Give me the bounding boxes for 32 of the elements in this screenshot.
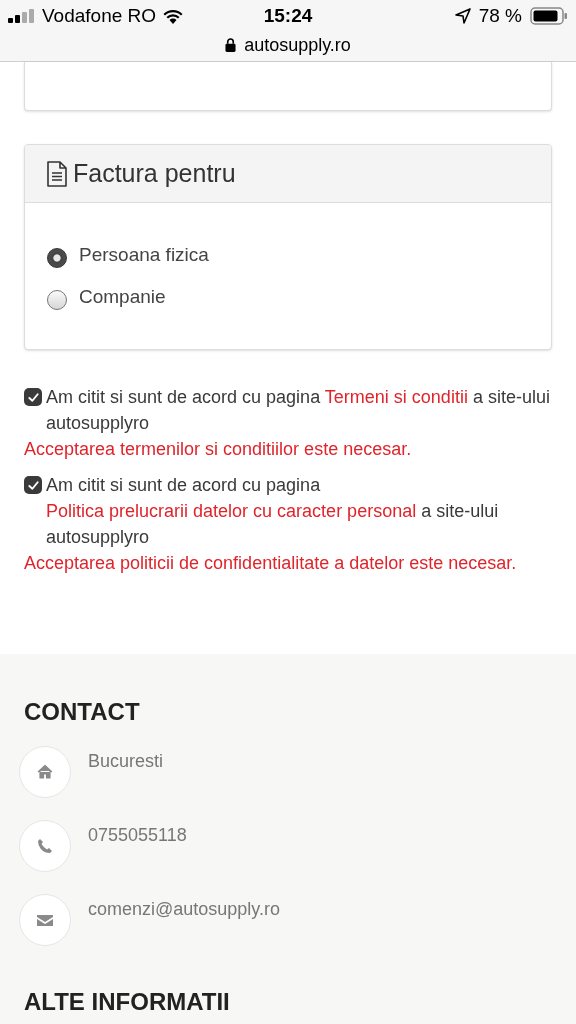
signal-icon — [8, 9, 36, 23]
contact-text: Bucuresti — [88, 750, 164, 773]
card-title: Factura pentru — [73, 157, 236, 189]
clock-time: 15:24 — [262, 3, 314, 28]
contact-text: 0755055118 — [88, 824, 187, 847]
policy-link[interactable]: Termeni si conditii — [324, 387, 468, 407]
carrier-name: Vodafone RO — [42, 3, 157, 28]
error-message: Acceptarea politicii de confidentialitate a datelor este necesar. — [24, 552, 518, 575]
checkbox[interactable] — [24, 476, 42, 494]
section-heading: ALTE INFORMATII — [24, 988, 231, 1016]
section-heading: CONTACT — [24, 698, 141, 726]
agreement-text: Am citit si sunt de acord cu pagina Termeni si conditii a site-ului autosupplyro — [46, 386, 551, 435]
radio-button[interactable] — [47, 289, 67, 310]
contact-text: comenzi@autosupply.ro — [88, 898, 281, 921]
lock-icon — [225, 38, 237, 52]
radio-button[interactable] — [47, 248, 67, 269]
wifi-icon — [162, 8, 185, 24]
page-url[interactable]: autosupply.ro — [244, 31, 351, 59]
check-icon — [26, 390, 40, 404]
policy-link[interactable]: Politica prelucrarii datelor cu caracter personal — [46, 501, 417, 521]
battery-icon — [530, 7, 568, 25]
radio-label[interactable]: Companie — [79, 282, 166, 311]
phone-icon — [36, 837, 54, 855]
home-icon — [36, 763, 54, 781]
check-icon — [26, 478, 40, 492]
checkbox[interactable] — [24, 388, 42, 406]
document-icon — [47, 160, 67, 187]
radio-label[interactable]: Persoana fizica — [79, 241, 209, 270]
error-message: Acceptarea termenilor si conditiilor este necesar. — [24, 438, 413, 461]
agreement-text: Am citit si sunt de acord cu pagina Politica prelucrarii datelor cu caracter personal a site-ului autosupplyro — [46, 474, 500, 549]
location-arrow-icon — [454, 8, 471, 24]
battery-percent: 78 % — [478, 3, 522, 28]
